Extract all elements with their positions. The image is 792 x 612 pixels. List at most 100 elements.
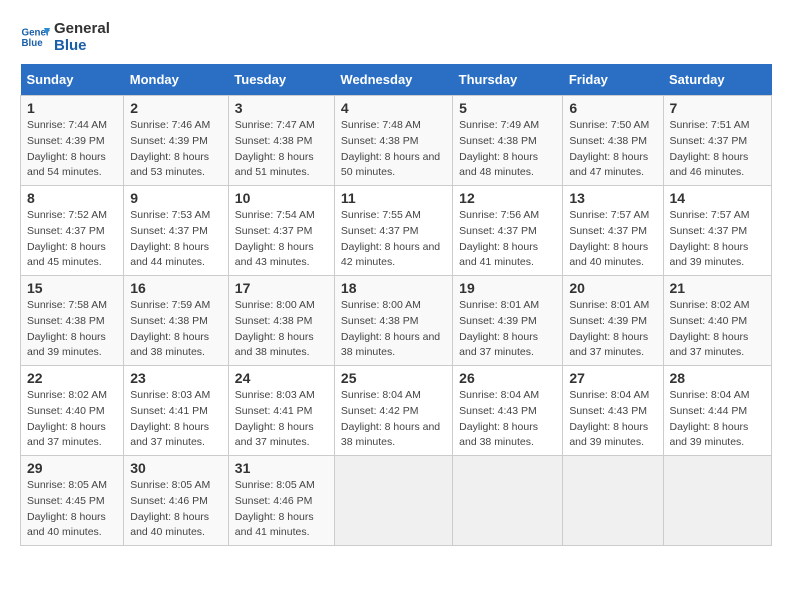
day-info: Sunrise: 8:03 AMSunset: 4:41 PMDaylight:… — [130, 388, 222, 451]
calendar-cell: 28 Sunrise: 8:04 AMSunset: 4:44 PMDayligh… — [663, 366, 772, 456]
calendar-cell — [563, 456, 663, 546]
day-info: Sunrise: 8:02 AMSunset: 4:40 PMDaylight:… — [27, 388, 117, 451]
day-number: 20 — [569, 280, 656, 296]
calendar-cell: 8 Sunrise: 7:52 AMSunset: 4:37 PMDaylight… — [21, 186, 124, 276]
calendar-cell: 16 Sunrise: 7:59 AMSunset: 4:38 PMDayligh… — [124, 276, 229, 366]
day-number: 28 — [670, 370, 766, 386]
day-info: Sunrise: 8:00 AMSunset: 4:38 PMDaylight:… — [235, 298, 328, 361]
day-number: 25 — [341, 370, 446, 386]
day-number: 26 — [459, 370, 556, 386]
day-number: 14 — [670, 190, 766, 206]
day-info: Sunrise: 7:52 AMSunset: 4:37 PMDaylight:… — [27, 208, 117, 271]
day-info: Sunrise: 8:04 AMSunset: 4:42 PMDaylight:… — [341, 388, 446, 451]
day-info: Sunrise: 7:48 AMSunset: 4:38 PMDaylight:… — [341, 118, 446, 181]
calendar-cell: 11Sunrise: 7:55 AMSunset: 4:37 PMDayligh… — [334, 186, 452, 276]
calendar-cell: 14 Sunrise: 7:57 AMSunset: 4:37 PMDayligh… — [663, 186, 772, 276]
calendar-cell: 25 Sunrise: 8:04 AMSunset: 4:42 PMDayligh… — [334, 366, 452, 456]
day-info: Sunrise: 8:04 AMSunset: 4:43 PMDaylight:… — [569, 388, 656, 451]
calendar-cell: 5Sunrise: 7:49 AMSunset: 4:38 PMDaylight… — [453, 96, 563, 186]
calendar-cell: 10 Sunrise: 7:54 AMSunset: 4:37 PMDayligh… — [228, 186, 334, 276]
calendar-cell: 6 Sunrise: 7:50 AMSunset: 4:38 PMDaylight… — [563, 96, 663, 186]
calendar-cell: 24 Sunrise: 8:03 AMSunset: 4:41 PMDayligh… — [228, 366, 334, 456]
col-header-sunday: Sunday — [21, 64, 124, 96]
day-number: 17 — [235, 280, 328, 296]
day-number: 30 — [130, 460, 222, 476]
day-info: Sunrise: 8:03 AMSunset: 4:41 PMDaylight:… — [235, 388, 328, 451]
day-number: 21 — [670, 280, 766, 296]
day-info: Sunrise: 7:44 AMSunset: 4:39 PMDaylight:… — [27, 118, 117, 181]
day-info: Sunrise: 7:47 AMSunset: 4:38 PMDaylight:… — [235, 118, 328, 181]
day-info: Sunrise: 8:01 AMSunset: 4:39 PMDaylight:… — [459, 298, 556, 361]
day-info: Sunrise: 8:02 AMSunset: 4:40 PMDaylight:… — [670, 298, 766, 361]
calendar-cell: 1 Sunrise: 7:44 AMSunset: 4:39 PMDaylight… — [21, 96, 124, 186]
day-number: 24 — [235, 370, 328, 386]
day-number: 1 — [27, 100, 117, 116]
day-info: Sunrise: 7:57 AMSunset: 4:37 PMDaylight:… — [670, 208, 766, 271]
calendar-cell: 26 Sunrise: 8:04 AMSunset: 4:43 PMDayligh… — [453, 366, 563, 456]
calendar-cell: 23 Sunrise: 8:03 AMSunset: 4:41 PMDayligh… — [124, 366, 229, 456]
day-info: Sunrise: 8:01 AMSunset: 4:39 PMDaylight:… — [569, 298, 656, 361]
day-number: 23 — [130, 370, 222, 386]
day-info: Sunrise: 8:05 AMSunset: 4:46 PMDaylight:… — [235, 478, 328, 541]
day-number: 10 — [235, 190, 328, 206]
calendar-cell: 7 Sunrise: 7:51 AMSunset: 4:37 PMDaylight… — [663, 96, 772, 186]
week-row-3: 15 Sunrise: 7:58 AMSunset: 4:38 PMDayligh… — [21, 276, 772, 366]
week-row-1: 1 Sunrise: 7:44 AMSunset: 4:39 PMDaylight… — [21, 96, 772, 186]
calendar-cell: 9 Sunrise: 7:53 AMSunset: 4:37 PMDaylight… — [124, 186, 229, 276]
day-number: 19 — [459, 280, 556, 296]
calendar-cell: 30 Sunrise: 8:05 AMSunset: 4:46 PMDayligh… — [124, 456, 229, 546]
day-info: Sunrise: 7:53 AMSunset: 4:37 PMDaylight:… — [130, 208, 222, 271]
day-info: Sunrise: 7:50 AMSunset: 4:38 PMDaylight:… — [569, 118, 656, 181]
day-number: 9 — [130, 190, 222, 206]
col-header-wednesday: Wednesday — [334, 64, 452, 96]
day-number: 29 — [27, 460, 117, 476]
col-header-thursday: Thursday — [453, 64, 563, 96]
day-info: Sunrise: 7:59 AMSunset: 4:38 PMDaylight:… — [130, 298, 222, 361]
col-header-tuesday: Tuesday — [228, 64, 334, 96]
logo: General Blue General Blue — [20, 20, 110, 54]
calendar-cell: 4Sunrise: 7:48 AMSunset: 4:38 PMDaylight… — [334, 96, 452, 186]
calendar-cell: 20 Sunrise: 8:01 AMSunset: 4:39 PMDayligh… — [563, 276, 663, 366]
week-row-2: 8 Sunrise: 7:52 AMSunset: 4:37 PMDaylight… — [21, 186, 772, 276]
day-info: Sunrise: 8:04 AMSunset: 4:43 PMDaylight:… — [459, 388, 556, 451]
day-info: Sunrise: 7:54 AMSunset: 4:37 PMDaylight:… — [235, 208, 328, 271]
day-number: 16 — [130, 280, 222, 296]
day-number: 12 — [459, 190, 556, 206]
day-info: Sunrise: 7:51 AMSunset: 4:37 PMDaylight:… — [670, 118, 766, 181]
calendar-cell: 18 Sunrise: 8:00 AMSunset: 4:38 PMDayligh… — [334, 276, 452, 366]
day-info: Sunrise: 8:00 AMSunset: 4:38 PMDaylight:… — [341, 298, 446, 361]
col-header-monday: Monday — [124, 64, 229, 96]
calendar-cell: 13Sunrise: 7:57 AMSunset: 4:37 PMDayligh… — [563, 186, 663, 276]
calendar-cell: 17 Sunrise: 8:00 AMSunset: 4:38 PMDayligh… — [228, 276, 334, 366]
day-number: 27 — [569, 370, 656, 386]
col-header-saturday: Saturday — [663, 64, 772, 96]
day-number: 18 — [341, 280, 446, 296]
logo-line1: General — [54, 20, 110, 37]
day-number: 8 — [27, 190, 117, 206]
col-header-friday: Friday — [563, 64, 663, 96]
day-number: 3 — [235, 100, 328, 116]
calendar-table: SundayMondayTuesdayWednesdayThursdayFrid… — [20, 64, 772, 546]
day-number: 31 — [235, 460, 328, 476]
day-info: Sunrise: 8:05 AMSunset: 4:45 PMDaylight:… — [27, 478, 117, 541]
week-row-5: 29 Sunrise: 8:05 AMSunset: 4:45 PMDayligh… — [21, 456, 772, 546]
day-number: 7 — [670, 100, 766, 116]
logo-icon: General Blue — [20, 22, 50, 52]
day-number: 11 — [341, 190, 446, 206]
day-number: 6 — [569, 100, 656, 116]
calendar-cell: 3 Sunrise: 7:47 AMSunset: 4:38 PMDaylight… — [228, 96, 334, 186]
calendar-cell: 31 Sunrise: 8:05 AMSunset: 4:46 PMDayligh… — [228, 456, 334, 546]
logo-line2: Blue — [54, 37, 110, 54]
calendar-cell: 12Sunrise: 7:56 AMSunset: 4:37 PMDayligh… — [453, 186, 563, 276]
calendar-cell — [663, 456, 772, 546]
day-info: Sunrise: 8:04 AMSunset: 4:44 PMDaylight:… — [670, 388, 766, 451]
day-info: Sunrise: 7:58 AMSunset: 4:38 PMDaylight:… — [27, 298, 117, 361]
calendar-cell — [334, 456, 452, 546]
calendar-cell: 19 Sunrise: 8:01 AMSunset: 4:39 PMDayligh… — [453, 276, 563, 366]
day-info: Sunrise: 8:05 AMSunset: 4:46 PMDaylight:… — [130, 478, 222, 541]
header: General Blue General Blue — [20, 20, 772, 54]
day-number: 15 — [27, 280, 117, 296]
calendar-cell: 27 Sunrise: 8:04 AMSunset: 4:43 PMDayligh… — [563, 366, 663, 456]
day-number: 2 — [130, 100, 222, 116]
day-info: Sunrise: 7:57 AMSunset: 4:37 PMDaylight:… — [569, 208, 656, 271]
